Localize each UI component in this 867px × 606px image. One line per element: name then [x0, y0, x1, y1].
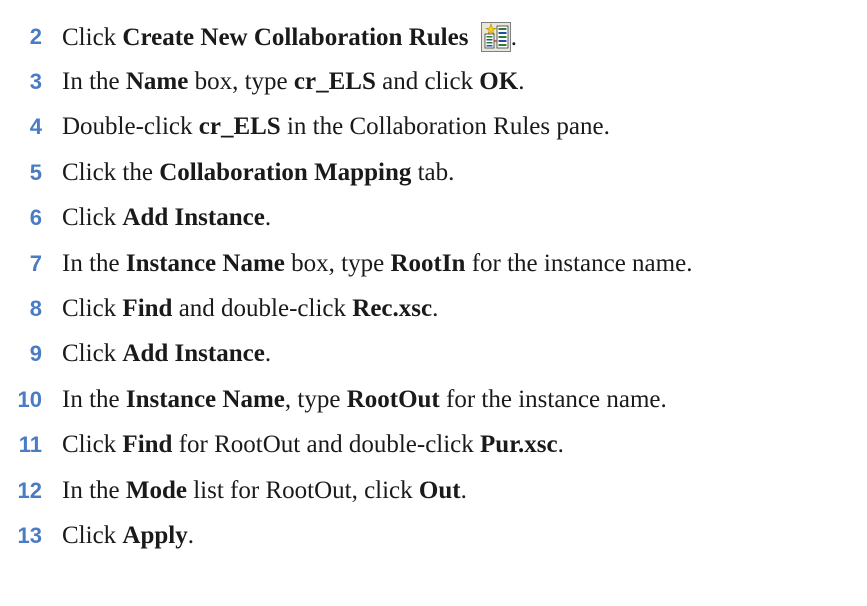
- step-ui-term: RootIn: [390, 249, 466, 277]
- step-item: 4 Double-click cr_ELS in the Collaboratio…: [0, 105, 867, 150]
- step-text-run: In the: [62, 68, 126, 96]
- step-number: 9: [29, 341, 42, 367]
- step-item: 2 Click Create New Collaboration Rules .: [0, 14, 867, 59]
- step-text: In the Name box, type cr_ELS and click O…: [42, 68, 524, 96]
- step-number: 6: [29, 205, 42, 231]
- step-text: Click Add Instance.: [42, 204, 271, 232]
- step-text-run: In the: [62, 249, 126, 277]
- step-text: Click the Collaboration Mapping tab.: [42, 159, 454, 187]
- step-text-run: for the instance name.: [465, 249, 693, 277]
- step-item: 11 Click Find for RootOut and double-clic…: [0, 423, 867, 468]
- step-text-run: Click: [62, 23, 123, 51]
- step-ui-term: RootOut: [346, 385, 440, 413]
- step-ui-term: Add Instance: [122, 204, 265, 232]
- step-ui-term: Pur.xsc: [480, 431, 558, 459]
- step-item: 10 In the Instance Name, type RootOut for…: [0, 377, 867, 422]
- step-text: Click Find for RootOut and double-click …: [42, 431, 564, 459]
- step-ui-term: Instance Name: [125, 385, 285, 413]
- step-text: Double-click cr_ELS in the Collaboration…: [42, 113, 610, 141]
- step-number: 3: [29, 69, 42, 95]
- step-text-run: and double-click: [172, 295, 353, 323]
- step-ui-term: Find: [122, 295, 173, 323]
- step-text-run: box, type: [188, 68, 294, 96]
- step-text-run: In the: [62, 385, 126, 413]
- step-text: Click Find and double-click Rec.xsc.: [42, 295, 438, 323]
- step-number: 7: [29, 250, 42, 276]
- step-number: 2: [29, 23, 42, 49]
- step-text: Click Apply.: [42, 522, 194, 550]
- step-text-run: .: [264, 204, 272, 232]
- step-text-run: Click: [62, 431, 123, 459]
- step-item: 9 Click Add Instance.: [0, 332, 867, 377]
- step-item: 3 In the Name box, type cr_ELS and click …: [0, 59, 867, 104]
- step-number: 10: [17, 386, 42, 412]
- step-text-run: .: [432, 295, 439, 323]
- step-text-run: for RootOut and double-click: [172, 431, 481, 459]
- step-number: 4: [29, 114, 42, 140]
- step-text-run: Click the: [62, 158, 160, 186]
- step-number: 12: [17, 477, 42, 503]
- step-item: 8 Click Find and double-click Rec.xsc.: [0, 286, 867, 331]
- step-text-run: .: [518, 68, 525, 96]
- step-text-run: [468, 24, 474, 51]
- step-text: In the Instance Name, type RootOut for t…: [42, 386, 667, 414]
- step-ui-term: Out: [418, 476, 461, 504]
- step-ui-term: Mode: [125, 476, 187, 504]
- step-text-run: Click: [62, 340, 123, 368]
- step-item: 6 Click Add Instance.: [0, 196, 867, 241]
- step-text-run: box, type: [284, 249, 391, 277]
- step-text-run: , type: [284, 385, 347, 413]
- step-ui-term: OK: [479, 68, 519, 96]
- step-ui-term: Rec.xsc: [352, 295, 433, 323]
- step-text-run: .: [510, 23, 517, 51]
- step-text-run: .: [460, 476, 467, 504]
- step-text-run: Click: [62, 295, 123, 323]
- step-text-run: .: [187, 521, 194, 549]
- step-text-run: .: [557, 431, 564, 459]
- step-ui-term: Apply: [122, 521, 188, 549]
- step-number: 11: [18, 432, 42, 458]
- step-ui-term: Name: [125, 68, 189, 96]
- step-text-run: and click: [375, 68, 480, 96]
- step-number: 13: [17, 522, 42, 548]
- step-item: 5 Click the Collaboration Mapping tab.: [0, 150, 867, 195]
- step-ui-term: Instance Name: [125, 249, 285, 277]
- step-text-run: tab.: [411, 158, 455, 186]
- step-text: In the Instance Name box, type RootIn fo…: [42, 250, 692, 278]
- step-ui-term: Create New Collaboration Rules: [122, 23, 469, 51]
- step-item: 7 In the Instance Name box, type RootIn f…: [0, 241, 867, 286]
- step-number: 8: [29, 296, 42, 322]
- step-item: 12 In the Mode list for RootOut, click Ou…: [0, 468, 867, 513]
- step-text: In the Mode list for RootOut, click Out.: [42, 477, 467, 505]
- step-text-run: .: [264, 340, 272, 368]
- step-text-run: Click: [62, 521, 123, 549]
- step-ui-term: cr_ELS: [198, 113, 281, 141]
- step-text-run: for the instance name.: [439, 385, 667, 413]
- step-text: Click Add Instance.: [42, 340, 271, 368]
- step-text-run: in the Collaboration Rules pane.: [280, 113, 610, 141]
- step-text-run: list for RootOut, click: [186, 476, 419, 504]
- step-number: 5: [29, 159, 42, 185]
- step-ui-term: Find: [122, 431, 173, 459]
- step-text-run: Click: [62, 204, 123, 232]
- instruction-steps: 2 Click Create New Collaboration Rules .3…: [0, 14, 867, 559]
- step-text: Click Create New Collaboration Rules .: [42, 22, 517, 52]
- step-text-run: In the: [62, 476, 126, 504]
- step-item: 13 Click Apply.: [0, 513, 867, 558]
- create-collaboration-rules-icon: [481, 22, 511, 52]
- step-ui-term: cr_ELS: [293, 68, 376, 96]
- step-ui-term: Add Instance: [122, 340, 265, 368]
- step-ui-term: Collaboration Mapping: [159, 158, 412, 186]
- step-text-run: Double-click: [62, 113, 199, 141]
